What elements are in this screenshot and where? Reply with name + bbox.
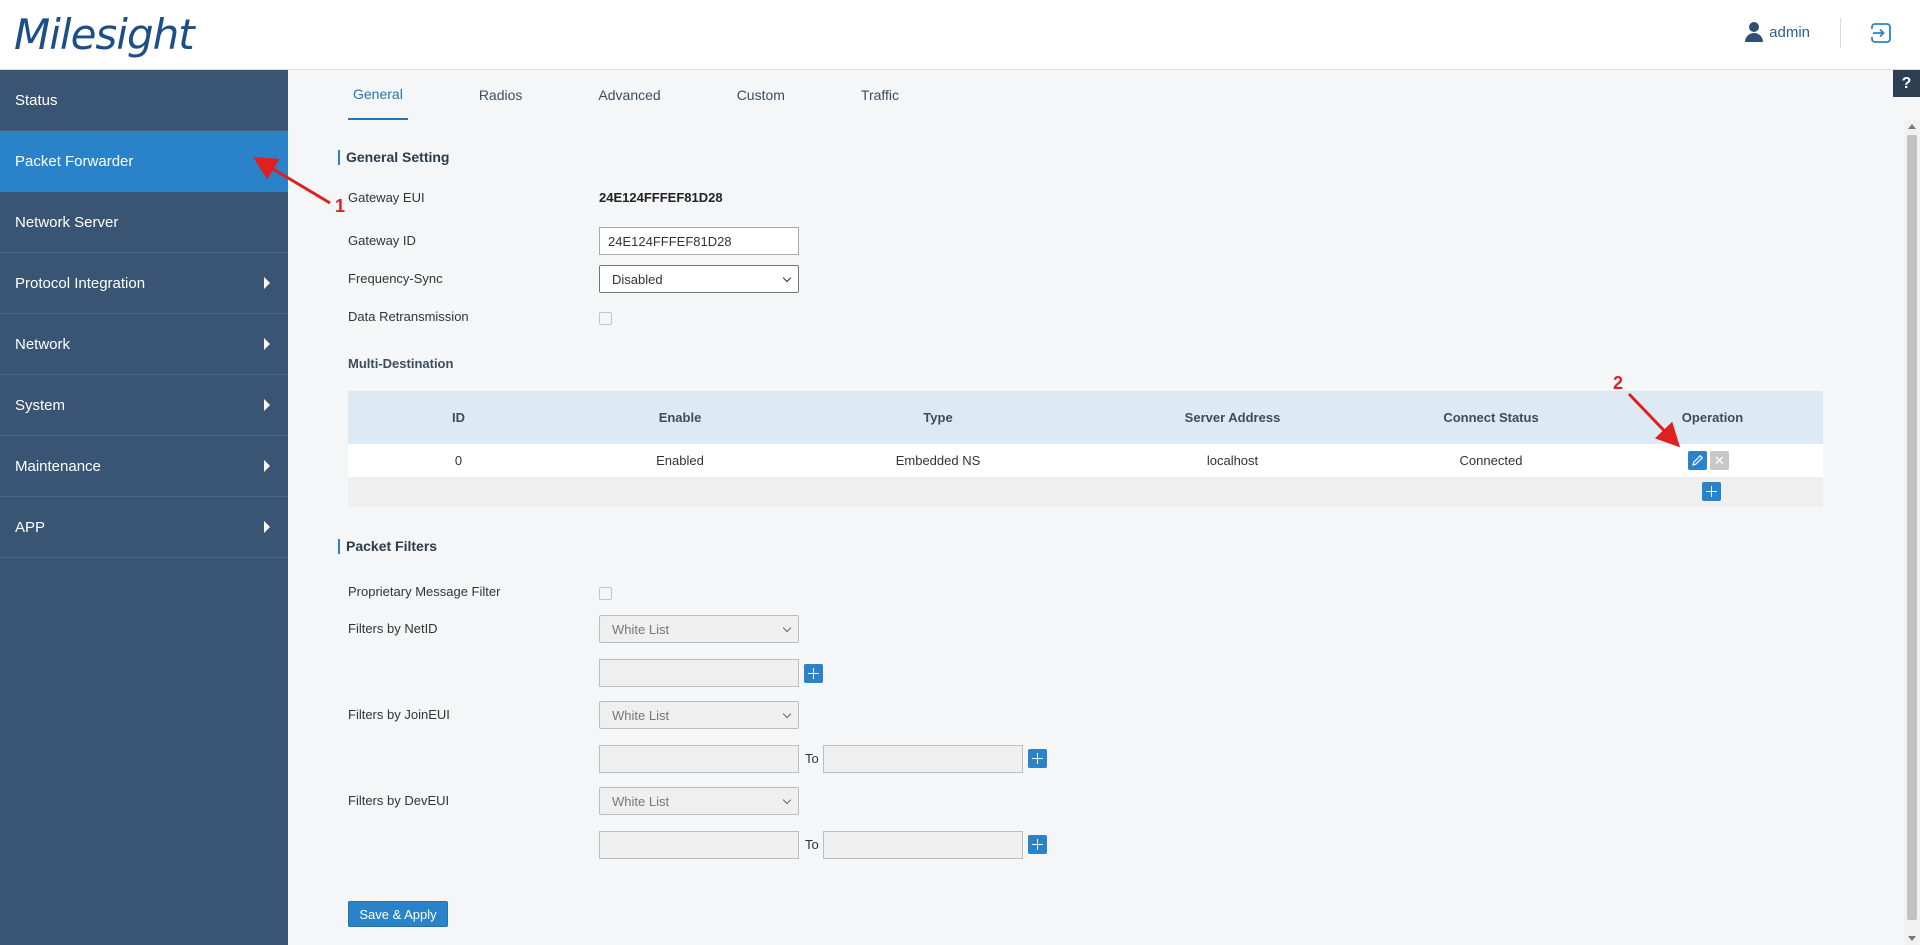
annotation-arrow-2 <box>1627 392 1681 448</box>
annotation-arrow-1 <box>252 156 331 205</box>
annotation-number-2: 2 <box>1613 373 1624 393</box>
annotation-arrows <box>252 156 1681 448</box>
annotation-number-1: 1 <box>335 196 346 216</box>
